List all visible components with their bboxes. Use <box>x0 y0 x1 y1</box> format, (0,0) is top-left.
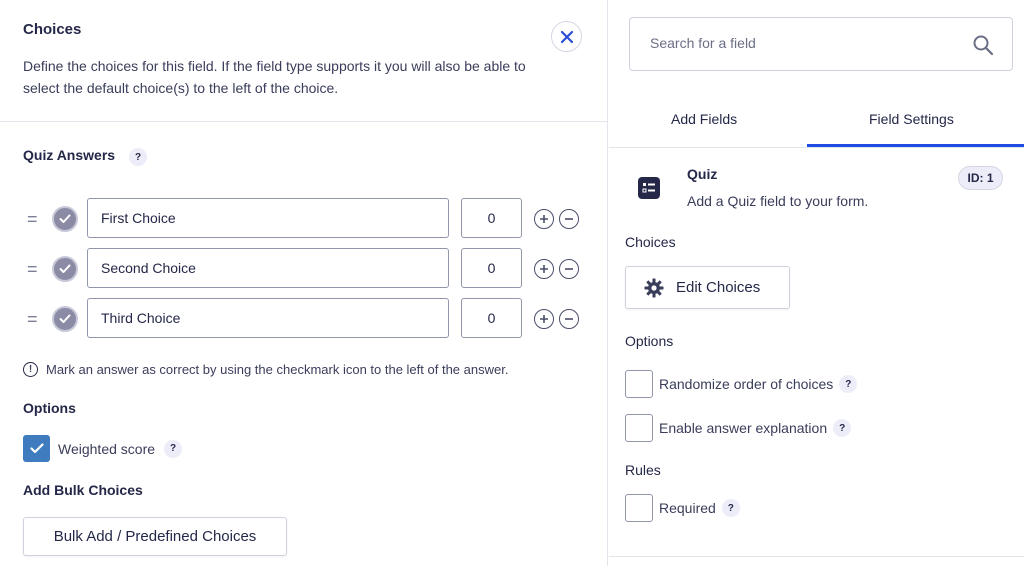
edit-choices-label: Edit Choices <box>676 279 761 296</box>
correct-answer-toggle[interactable] <box>52 206 78 232</box>
quiz-field-icon <box>638 177 660 199</box>
divider <box>609 556 1024 557</box>
checkmark-icon <box>59 314 71 323</box>
search-icon <box>973 35 994 56</box>
choices-title: Choices <box>23 21 82 38</box>
field-search-input[interactable]: Search for a field <box>629 17 1013 71</box>
help-icon[interactable]: ? <box>839 375 858 393</box>
drag-handle-icon[interactable]: = <box>27 209 38 230</box>
help-icon[interactable]: ? <box>129 148 147 166</box>
answer-explanation-label: Enable answer explanation <box>659 420 828 436</box>
plus-icon <box>540 215 548 223</box>
choices-header: Choices Define the choices for this fiel… <box>0 0 608 122</box>
answer-explanation-checkbox[interactable] <box>625 414 653 442</box>
add-choice-button[interactable] <box>534 209 554 229</box>
tab-add-fields[interactable]: Add Fields <box>671 111 737 127</box>
correct-answer-toggle[interactable] <box>52 256 78 282</box>
options-label: Options <box>23 400 76 416</box>
bulk-choices-label: Add Bulk Choices <box>23 482 143 498</box>
weighted-score-option[interactable]: Weighted score ? <box>23 435 183 462</box>
correct-answer-note: ! Mark an answer as correct by using the… <box>23 362 508 377</box>
answer-explanation-option[interactable]: Enable answer explanation ? <box>625 414 852 442</box>
choice-label-input[interactable]: First Choice <box>87 198 449 238</box>
choices-label: Choices <box>625 234 676 250</box>
help-icon[interactable]: ? <box>721 499 740 517</box>
remove-choice-button[interactable] <box>559 309 579 329</box>
drag-handle-icon[interactable]: = <box>27 259 38 280</box>
remove-choice-button[interactable] <box>559 259 579 279</box>
sidebar-tabs: Add Fields Field Settings <box>609 102 1024 148</box>
active-tab-indicator <box>807 144 1024 147</box>
required-label: Required <box>659 500 716 516</box>
minus-icon <box>565 218 573 220</box>
gear-icon <box>644 278 664 297</box>
plus-icon <box>540 265 548 273</box>
required-checkbox[interactable] <box>625 494 653 522</box>
plus-icon <box>540 315 548 323</box>
options-label: Options <box>625 333 674 349</box>
add-choice-button[interactable] <box>534 309 554 329</box>
checkmark-icon <box>59 214 71 223</box>
field-id-badge: ID: 1 <box>958 166 1003 190</box>
choice-row: = Third Choice 0 <box>0 298 608 340</box>
field-sidebar: Search for a field Add Fields Field Sett… <box>609 0 1024 566</box>
choice-label-input[interactable]: Second Choice <box>87 248 449 288</box>
drag-handle-icon[interactable]: = <box>27 309 38 330</box>
add-choice-button[interactable] <box>534 259 554 279</box>
checkmark-icon <box>59 264 71 273</box>
close-icon <box>560 30 573 43</box>
rules-label: Rules <box>625 462 661 478</box>
remove-choice-button[interactable] <box>559 209 579 229</box>
tab-field-settings[interactable]: Field Settings <box>869 111 954 127</box>
choice-score-input[interactable]: 0 <box>461 298 522 338</box>
choice-score-input[interactable]: 0 <box>461 198 522 238</box>
randomize-choices-checkbox[interactable] <box>625 370 653 398</box>
bulk-add-button[interactable]: Bulk Add / Predefined Choices <box>23 517 287 556</box>
randomize-choices-option[interactable]: Randomize order of choices ? <box>625 370 858 398</box>
help-icon[interactable]: ? <box>164 439 183 458</box>
close-button[interactable] <box>551 21 582 52</box>
choices-description: Define the choices for this field. If th… <box>23 58 526 96</box>
choices-panel: Choices Define the choices for this fiel… <box>0 0 608 566</box>
choice-label-input[interactable]: Third Choice <box>87 298 449 338</box>
quiz-answers-label: Quiz Answers <box>23 147 116 163</box>
help-icon[interactable]: ? <box>833 419 852 437</box>
minus-icon <box>565 268 573 270</box>
note-text: Mark an answer as correct by using the c… <box>46 362 509 377</box>
search-placeholder: Search for a field <box>650 35 756 51</box>
field-title: Quiz <box>687 166 718 182</box>
weighted-score-label: Weighted score <box>58 440 156 457</box>
required-option[interactable]: Required ? <box>625 494 740 522</box>
field-description: Add a Quiz field to your form. <box>687 193 869 209</box>
choice-row: = Second Choice 0 <box>0 248 608 290</box>
info-icon: ! <box>23 362 38 377</box>
checkmark-icon <box>29 443 44 454</box>
edit-choices-button[interactable]: Edit Choices <box>625 266 790 309</box>
randomize-choices-label: Randomize order of choices <box>659 376 834 392</box>
minus-icon <box>565 318 573 320</box>
weighted-score-checkbox[interactable] <box>23 435 50 462</box>
choice-score-input[interactable]: 0 <box>461 248 522 288</box>
choice-row: = First Choice 0 <box>0 198 608 240</box>
correct-answer-toggle[interactable] <box>52 306 78 332</box>
